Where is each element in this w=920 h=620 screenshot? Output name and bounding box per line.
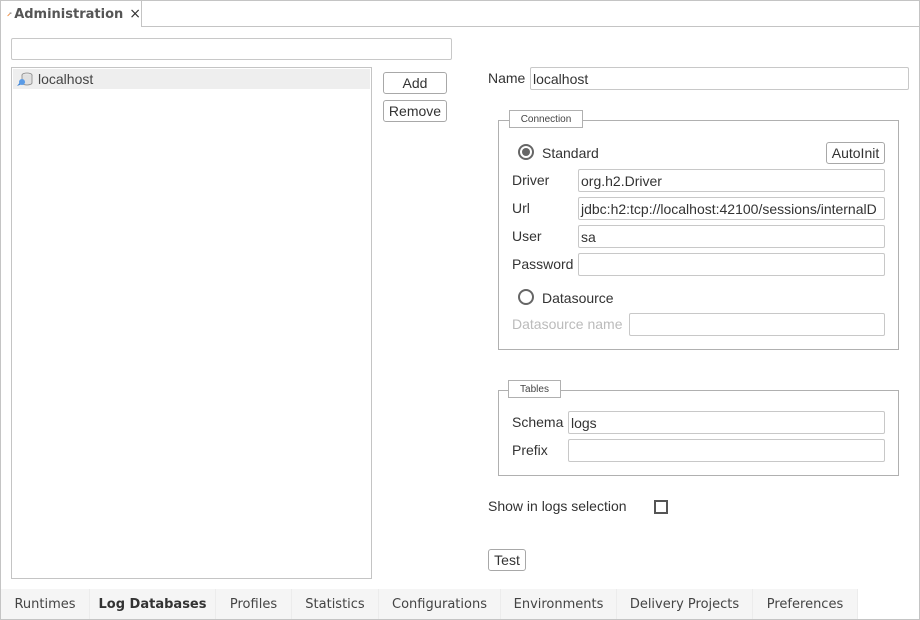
datasource-name-field[interactable] — [629, 313, 885, 336]
remove-button[interactable]: Remove — [383, 100, 447, 122]
tab-title: Administration — [14, 6, 124, 22]
database-list[interactable]: localhost — [11, 67, 372, 579]
tab-configurations[interactable]: Configurations — [379, 589, 501, 619]
database-icon — [17, 72, 33, 86]
datasource-name-label: Datasource name — [512, 316, 623, 332]
tab-delivery-projects[interactable]: Delivery Projects — [617, 589, 753, 619]
show-in-logs-checkbox[interactable] — [654, 500, 668, 514]
user-field[interactable]: sa — [578, 225, 885, 248]
tables-legend: Tables — [508, 380, 561, 398]
user-label: User — [512, 228, 542, 244]
driver-label: Driver — [512, 172, 550, 188]
schema-field[interactable]: logs — [568, 411, 885, 434]
search-input[interactable] — [11, 38, 452, 60]
tab-environments[interactable]: Environments — [501, 589, 617, 619]
schema-label: Schema — [512, 414, 564, 430]
datasource-label: Datasource — [542, 290, 614, 306]
connection-legend: Connection — [509, 110, 583, 128]
tab-log-databases[interactable]: Log Databases — [90, 589, 216, 619]
password-field[interactable] — [578, 253, 885, 276]
url-label: Url — [512, 200, 530, 216]
prefix-label: Prefix — [512, 442, 548, 458]
tab-administration[interactable]: Administration × — [0, 1, 142, 27]
standard-radio[interactable] — [518, 144, 534, 160]
datasource-radio[interactable] — [518, 289, 534, 305]
add-button[interactable]: Add — [383, 72, 447, 94]
bottom-tab-bar: Runtimes Log Databases Profiles Statisti… — [1, 589, 918, 619]
test-button[interactable]: Test — [488, 549, 526, 571]
show-in-logs-label: Show in logs selection — [488, 498, 627, 514]
prefix-field[interactable] — [568, 439, 885, 462]
password-label: Password — [512, 256, 574, 272]
list-item[interactable]: localhost — [13, 69, 370, 89]
tab-profiles[interactable]: Profiles — [216, 589, 292, 619]
url-field[interactable]: jdbc:h2:tcp://localhost:42100/sessions/i… — [578, 197, 885, 220]
editor-tab-strip: Administration × — [0, 0, 920, 27]
tab-preferences[interactable]: Preferences — [753, 589, 858, 619]
autoinit-button[interactable]: AutoInit — [826, 142, 885, 164]
close-icon[interactable]: × — [129, 6, 141, 22]
name-field[interactable]: localhost — [530, 67, 909, 90]
name-label: Name — [488, 70, 526, 86]
wrench-icon — [7, 11, 12, 17]
tab-statistics[interactable]: Statistics — [292, 589, 379, 619]
tab-runtimes[interactable]: Runtimes — [1, 589, 90, 619]
standard-label: Standard — [542, 145, 599, 161]
driver-field[interactable]: org.h2.Driver — [578, 169, 885, 192]
list-item-label: localhost — [38, 71, 94, 87]
